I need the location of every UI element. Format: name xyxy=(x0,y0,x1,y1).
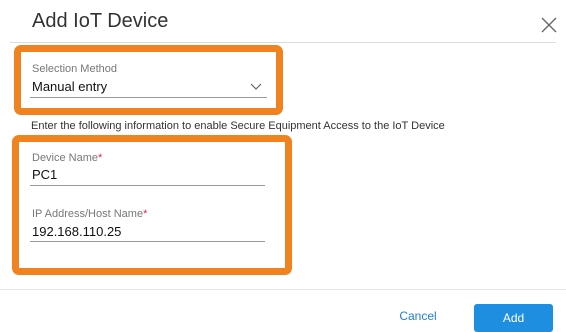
add-button[interactable]: Add xyxy=(474,304,553,332)
info-text: Enter the following information to enabl… xyxy=(31,120,445,132)
selection-highlight-box xyxy=(14,45,283,115)
close-icon[interactable] xyxy=(539,15,559,35)
footer-divider xyxy=(0,289,566,290)
device-fields-highlight-box xyxy=(12,135,292,275)
dialog-title: Add IoT Device xyxy=(32,10,169,32)
cancel-button[interactable]: Cancel xyxy=(390,304,446,328)
header-divider xyxy=(10,42,556,43)
